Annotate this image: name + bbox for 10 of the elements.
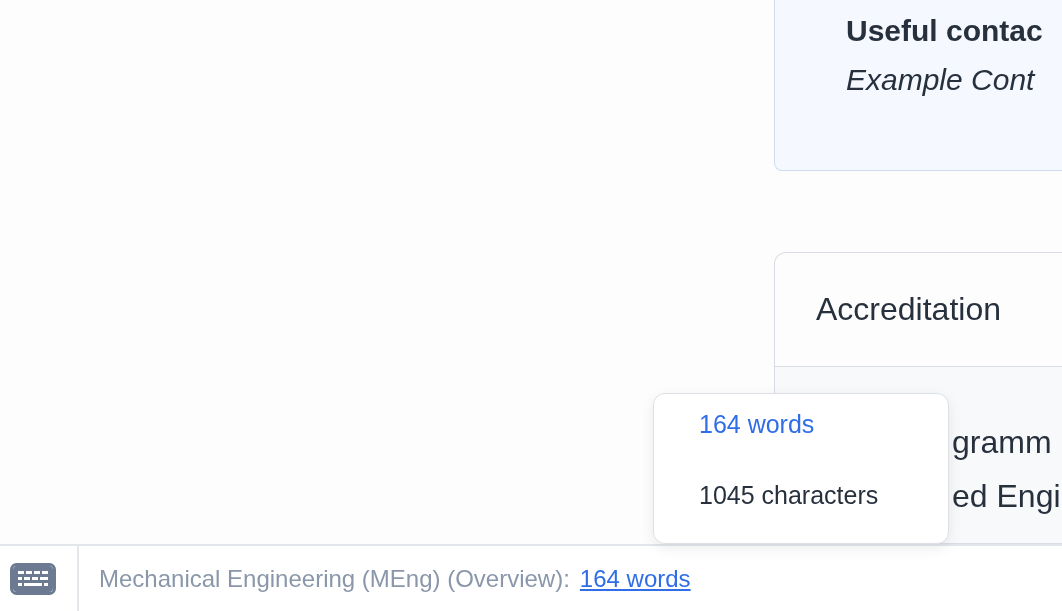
accreditation-text: ed Engi — [952, 477, 1062, 515]
document-title: Mechanical Engineering (MEng) (Overview): — [99, 564, 570, 593]
contact-name: Example Cont — [846, 62, 1037, 98]
word-count-link[interactable]: 164 words — [579, 564, 691, 593]
contact-title: Useful contac — [846, 13, 1044, 49]
accreditation-text: gramm — [952, 423, 1053, 461]
accreditation-title: Accreditation — [816, 291, 1001, 328]
count-option[interactable]: 164 words — [699, 410, 948, 439]
keyboard-icon[interactable] — [10, 562, 56, 595]
count-option[interactable]: 1045 characters — [699, 481, 948, 510]
